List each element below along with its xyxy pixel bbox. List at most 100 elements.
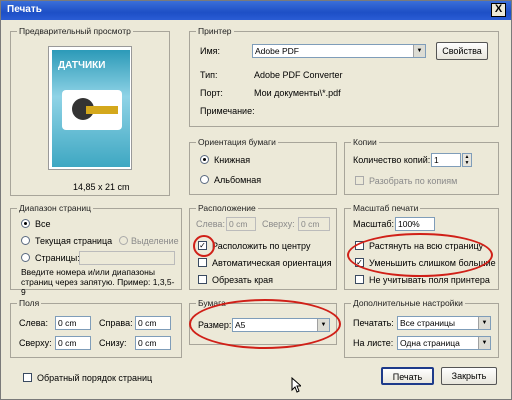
dialog-title: Печать bbox=[7, 4, 42, 15]
close-button[interactable]: Закрыть bbox=[441, 367, 497, 385]
scale-legend: Масштаб печати bbox=[351, 203, 421, 213]
auto-orient-checkbox[interactable] bbox=[198, 258, 207, 267]
chevron-down-icon: ▼ bbox=[478, 317, 490, 329]
collate-checkbox[interactable] bbox=[355, 176, 364, 185]
print-button[interactable]: Печать bbox=[381, 367, 434, 385]
margin-right-input[interactable]: 0 cm bbox=[135, 316, 171, 330]
margin-left-label: Слева: bbox=[19, 318, 48, 328]
fit-page-label: Растянуть на всю страницу bbox=[369, 241, 484, 251]
advanced-group: Дополнительные настройки Печатать: Все с… bbox=[344, 298, 499, 358]
printer-port-label: Порт: bbox=[200, 88, 223, 98]
range-current-label: Текущая страница bbox=[35, 236, 113, 246]
paper-size-select[interactable]: A5 ▼ bbox=[232, 318, 330, 332]
copies-count-label: Количество копий: bbox=[353, 155, 431, 165]
orientation-legend: Ориентация бумаги bbox=[196, 137, 278, 147]
position-top-label: Сверху: bbox=[262, 219, 295, 229]
reverse-order-label: Обратный порядок страниц bbox=[37, 373, 153, 383]
print-dialog: Печать X Предварительный просмотр ДАТЧИК… bbox=[0, 0, 512, 400]
fit-page-checkbox[interactable] bbox=[355, 241, 364, 250]
auto-orient-label: Автоматическая ориентация bbox=[212, 258, 332, 268]
center-label: Расположить по центру bbox=[212, 241, 311, 251]
range-current-radio[interactable] bbox=[21, 236, 30, 245]
printer-type-value: Adobe PDF Converter bbox=[254, 70, 343, 80]
per-sheet-select[interactable]: Одна страница ▼ bbox=[397, 336, 491, 350]
margin-bottom-label: Снизу: bbox=[99, 338, 127, 348]
portrait-label: Книжная bbox=[214, 155, 251, 165]
preview-group: Предварительный просмотр ДАТЧИКИ 14,85 x… bbox=[10, 26, 170, 196]
margin-top-label: Сверху: bbox=[19, 338, 52, 348]
shrink-label: Уменьшить слишком большие bbox=[369, 258, 496, 268]
chevron-down-icon: ▼ bbox=[413, 45, 425, 57]
reverse-order-checkbox[interactable] bbox=[23, 373, 32, 382]
scale-label: Масштаб: bbox=[353, 219, 395, 229]
margin-right-label: Справа: bbox=[99, 318, 133, 328]
range-hint: Введите номера и/или диапазоны страниц ч… bbox=[21, 267, 175, 297]
printer-port-value: Мои документы\*.pdf bbox=[254, 88, 341, 98]
range-all-label: Все bbox=[35, 219, 51, 229]
crop-label: Обрезать края bbox=[212, 275, 274, 285]
range-all-radio[interactable] bbox=[21, 219, 30, 228]
margin-top-input[interactable]: 0 cm bbox=[55, 336, 91, 350]
sensor-photo bbox=[62, 90, 122, 130]
orientation-group: Ориентация бумаги Книжная Альбомная bbox=[189, 137, 337, 195]
range-pages-label: Страницы: bbox=[35, 253, 80, 263]
advanced-legend: Дополнительные настройки bbox=[351, 298, 465, 308]
cover-title: ДАТЧИКИ bbox=[58, 60, 106, 71]
print-what-select[interactable]: Все страницы ▼ bbox=[397, 316, 491, 330]
printer-name-select[interactable]: Adobe PDF ▼ bbox=[252, 44, 426, 58]
page-range-group: Диапазон страниц Все Текущая страница Вы… bbox=[10, 203, 182, 297]
position-left-label: Слева: bbox=[196, 219, 225, 229]
scale-group: Масштаб печати Масштаб: 100% Растянуть н… bbox=[344, 203, 499, 290]
ignore-margins-label: Не учитывать поля принтера bbox=[369, 275, 490, 285]
range-selection-label: Выделение bbox=[131, 236, 179, 246]
range-selection-radio[interactable] bbox=[119, 236, 128, 245]
copies-group: Копии Количество копий: 1 ▲ ▼ Разобрать п… bbox=[344, 137, 499, 195]
range-pages-input[interactable] bbox=[79, 251, 175, 265]
margin-bottom-input[interactable]: 0 cm bbox=[135, 336, 171, 350]
position-group: Расположение Слева: 0 cm Сверху: 0 cm ✓ … bbox=[189, 203, 337, 290]
position-legend: Расположение bbox=[196, 203, 258, 213]
center-checkbox[interactable]: ✓ bbox=[198, 241, 207, 250]
margins-legend: Поля bbox=[17, 298, 42, 308]
printer-name-value: Adobe PDF bbox=[255, 46, 299, 56]
paper-size-label: Размер: bbox=[198, 320, 232, 330]
printer-group: Принтер Имя: Adobe PDF ▼ Свойства Тип: A… bbox=[189, 26, 499, 127]
per-sheet-label: На листе: bbox=[353, 338, 394, 348]
margin-left-input[interactable]: 0 cm bbox=[55, 316, 91, 330]
close-icon[interactable]: X bbox=[491, 3, 506, 17]
properties-button[interactable]: Свойства bbox=[436, 42, 488, 60]
book-cover: ДАТЧИКИ bbox=[52, 50, 130, 167]
shrink-checkbox[interactable]: ✓ bbox=[355, 258, 364, 267]
paper-size-value: A5 bbox=[235, 320, 246, 330]
paper-group: Бумага Размер: A5 ▼ bbox=[189, 298, 337, 345]
copies-count-input[interactable]: 1 bbox=[431, 153, 461, 167]
copies-spinner[interactable]: ▲ ▼ bbox=[462, 153, 472, 167]
printer-legend: Принтер bbox=[196, 26, 234, 36]
position-top-input[interactable]: 0 cm bbox=[298, 217, 330, 231]
landscape-radio[interactable] bbox=[200, 175, 209, 184]
margins-group: Поля Слева: 0 cm Справа: 0 cm Сверху: 0 … bbox=[10, 298, 182, 358]
paper-legend: Бумага bbox=[196, 298, 228, 308]
landscape-label: Альбомная bbox=[214, 175, 262, 185]
page-range-legend: Диапазон страниц bbox=[17, 203, 93, 213]
print-what-label: Печатать: bbox=[353, 318, 394, 328]
chevron-down-icon: ▼ bbox=[478, 337, 490, 349]
position-left-input[interactable]: 0 cm bbox=[226, 217, 256, 231]
range-pages-radio[interactable] bbox=[21, 253, 30, 262]
ignore-margins-checkbox[interactable] bbox=[355, 275, 364, 284]
title-bar: Печать X bbox=[1, 1, 511, 20]
mouse-cursor-icon bbox=[291, 377, 301, 393]
preview-legend: Предварительный просмотр bbox=[17, 26, 133, 36]
chevron-down-icon: ▼ bbox=[317, 319, 329, 331]
printer-comment-label: Примечание: bbox=[200, 106, 255, 116]
printer-name-label: Имя: bbox=[200, 46, 221, 56]
preview-page: ДАТЧИКИ bbox=[48, 46, 132, 170]
portrait-radio[interactable] bbox=[200, 155, 209, 164]
print-what-value: Все страницы bbox=[400, 318, 456, 328]
copies-legend: Копии bbox=[351, 137, 379, 147]
scale-input[interactable]: 100% bbox=[395, 217, 435, 231]
crop-checkbox[interactable] bbox=[198, 275, 207, 284]
collate-label: Разобрать по копиям bbox=[369, 176, 458, 186]
preview-size: 14,85 x 21 cm bbox=[73, 182, 130, 192]
printer-type-label: Тип: bbox=[200, 70, 218, 80]
